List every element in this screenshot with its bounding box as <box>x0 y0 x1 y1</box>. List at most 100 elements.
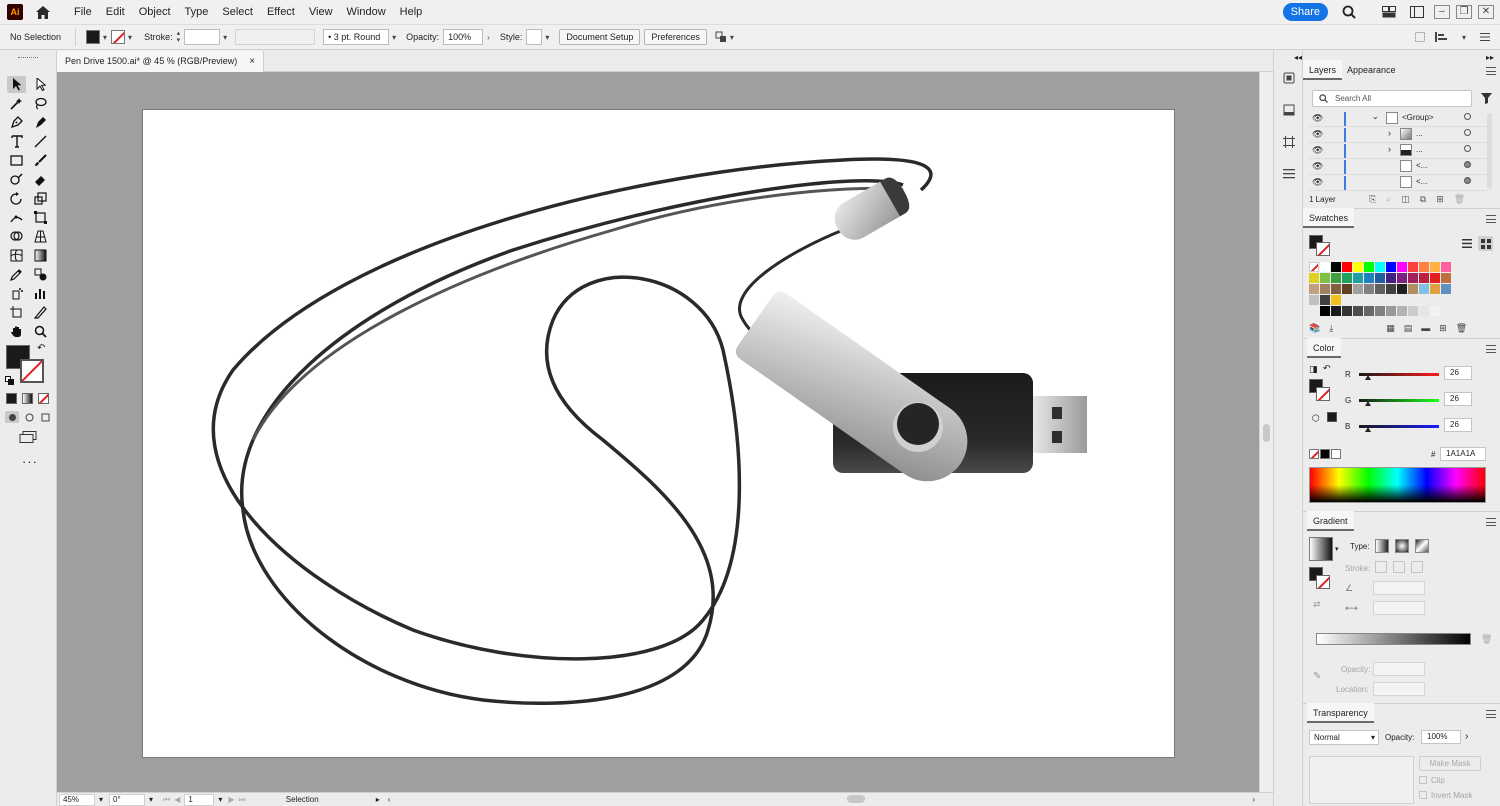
previous-artboard-icon[interactable]: ◀ <box>174 795 180 804</box>
tab-layers[interactable]: Layers <box>1303 60 1343 80</box>
swatch-options-icon[interactable]: ▦ <box>1386 323 1395 334</box>
channel-r-slider-handle[interactable] <box>1365 375 1371 380</box>
transparency-panel-title[interactable]: Transparency <box>1307 703 1374 723</box>
linear-gradient-button[interactable] <box>1375 539 1389 553</box>
shape-builder-tool[interactable] <box>7 228 26 245</box>
layer-name[interactable]: <Group> <box>1402 113 1434 122</box>
chevron-down-icon[interactable]: ▾ <box>392 33 396 42</box>
color-swatch[interactable] <box>1353 273 1363 283</box>
chevron-down-icon[interactable]: ▾ <box>1335 545 1339 553</box>
chevron-down-icon[interactable]: ▾ <box>223 33 227 42</box>
workspace-button[interactable] <box>1406 1 1428 23</box>
brush-definition-field[interactable]: • 3 pt. Round <box>323 29 390 45</box>
chevron-right-icon[interactable]: › <box>487 33 490 42</box>
search-button[interactable] <box>1338 1 1360 23</box>
align-icon[interactable] <box>1434 32 1449 42</box>
color-swatch[interactable] <box>1342 306 1352 316</box>
color-swatch[interactable] <box>1331 284 1341 294</box>
rotation-field[interactable]: 0° <box>109 793 146 806</box>
delete-layer-icon[interactable]: 🗑 <box>1454 194 1465 205</box>
status-menu-icon[interactable]: ▸ <box>376 795 380 804</box>
panel-menu-icon[interactable] <box>1480 33 1490 41</box>
arrange-documents-button[interactable] <box>1378 1 1400 23</box>
color-swatch[interactable] <box>1419 262 1429 272</box>
selection-tool[interactable] <box>7 76 26 93</box>
make-clipping-mask-icon[interactable]: ◫ <box>1401 194 1410 205</box>
color-swatch[interactable] <box>1320 284 1330 294</box>
draw-behind-button[interactable] <box>22 411 36 423</box>
gradient-mode-button[interactable] <box>22 393 33 404</box>
chevron-right-icon[interactable]: › <box>1388 128 1391 138</box>
stroke-weight-input[interactable] <box>184 29 221 45</box>
channel-b-slider-handle[interactable] <box>1365 427 1371 432</box>
place-swatches-icon[interactable]: ⤓ <box>1329 323 1333 334</box>
chevron-down-icon[interactable]: ▾ <box>1462 33 1466 42</box>
stroke-weight-stepper[interactable]: ▴ ▾ <box>177 30 181 44</box>
folder-icon[interactable]: ▬ <box>1421 323 1430 334</box>
blend-tool[interactable] <box>31 266 50 283</box>
swap-colors-icon[interactable]: ↶ <box>1323 363 1331 374</box>
none-color-button[interactable] <box>1309 449 1319 459</box>
properties-panel-button[interactable] <box>1280 101 1298 119</box>
color-swatch[interactable] <box>1342 284 1352 294</box>
stroke-gradient-across-button[interactable] <box>1411 561 1423 573</box>
horizontal-scrollbar-thumb[interactable] <box>847 795 865 803</box>
curvature-tool[interactable] <box>31 114 50 131</box>
color-swatch[interactable] <box>1353 262 1363 272</box>
layer-row[interactable]: 👁 › ... <box>1308 127 1488 143</box>
color-swatch[interactable] <box>1386 284 1396 294</box>
home-button[interactable] <box>33 2 53 22</box>
lasso-tool[interactable] <box>31 95 50 112</box>
channel-g-slider[interactable] <box>1359 399 1439 402</box>
eye-icon[interactable]: 👁 <box>1312 177 1323 188</box>
target-icon[interactable] <box>1464 161 1471 168</box>
color-swatch[interactable] <box>1331 273 1341 283</box>
transparency-panel-menu-icon[interactable] <box>1486 710 1496 718</box>
color-swatch[interactable] <box>1320 273 1330 283</box>
eye-icon[interactable]: 👁 <box>1312 113 1323 124</box>
color-swatch[interactable] <box>1397 284 1407 294</box>
chevron-down-icon[interactable]: ▾ <box>545 33 549 42</box>
gradient-aspect-ratio-field[interactable] <box>1373 601 1425 615</box>
delete-swatch-icon[interactable]: 🗑 <box>1456 323 1467 334</box>
puppet-warp-tool[interactable] <box>7 209 26 226</box>
color-swatch[interactable] <box>1375 273 1385 283</box>
color-swatch[interactable] <box>1375 284 1385 294</box>
collect-for-export-icon[interactable]: ⎘ <box>1369 194 1376 205</box>
reverse-gradient-icon[interactable]: ⇄ <box>1313 599 1321 610</box>
color-swatch[interactable] <box>1375 306 1385 316</box>
stroke-gradient-along-button[interactable] <box>1393 561 1405 573</box>
align-panel-button[interactable] <box>1280 165 1298 183</box>
change-screen-mode-button[interactable] <box>19 431 37 446</box>
eraser-tool[interactable] <box>31 171 50 188</box>
color-swatch[interactable] <box>1441 284 1451 294</box>
channel-r-input[interactable]: 26 <box>1444 366 1472 380</box>
scale-tool[interactable] <box>31 190 50 207</box>
menu-file[interactable]: File <box>67 0 99 24</box>
color-swatch[interactable] <box>1375 262 1385 272</box>
color-swatch[interactable] <box>1408 273 1418 283</box>
shaper-tool[interactable] <box>7 171 26 188</box>
layer-name[interactable]: ... <box>1416 129 1423 138</box>
chevron-down-icon[interactable]: ▾ <box>128 33 132 42</box>
color-swatch[interactable] <box>1441 262 1451 272</box>
variable-width-profile[interactable] <box>235 29 316 45</box>
color-swatch[interactable] <box>1397 306 1407 316</box>
color-swatch[interactable] <box>1419 284 1429 294</box>
web-safe-color-box[interactable] <box>1327 412 1337 422</box>
color-swatch[interactable] <box>1331 262 1341 272</box>
edit-toolbar-button[interactable]: ··· <box>22 454 38 469</box>
color-swatch[interactable] <box>1364 262 1374 272</box>
restore-button[interactable]: ❐ <box>1456 5 1472 19</box>
new-swatch-icon[interactable]: ⊞ <box>1439 323 1447 334</box>
eyedropper-icon[interactable]: ✎ <box>1313 671 1321 682</box>
swatch-libraries-icon[interactable]: 📚 <box>1309 323 1320 334</box>
invert-mask-checkbox[interactable] <box>1419 791 1427 799</box>
color-swatch[interactable] <box>1309 284 1319 294</box>
slice-tool[interactable] <box>31 304 50 321</box>
color-mode-button[interactable] <box>6 393 17 404</box>
default-colors-icon[interactable]: ◨ <box>1309 364 1318 375</box>
color-swatch[interactable] <box>1430 306 1440 316</box>
pen-tool[interactable] <box>7 114 26 131</box>
color-spectrum[interactable] <box>1309 467 1486 503</box>
